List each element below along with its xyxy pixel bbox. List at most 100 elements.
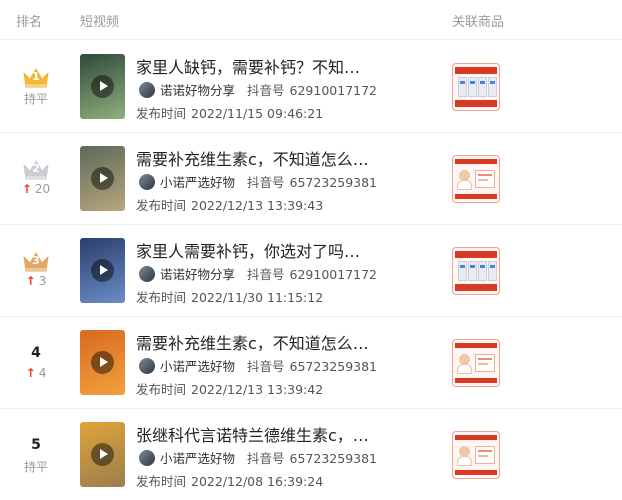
rank-change-value: 20 [34,182,51,196]
spokesperson-image [457,456,472,466]
douyin-id-label: 抖音号 [247,175,285,190]
author-info: 诺诺好物分享 抖音号 62910017172 [139,80,377,98]
video-column-header: 短视频 [80,15,120,30]
avatar[interactable] [139,82,155,98]
publish-time: 发布时间 2022/12/08 16:39:24 [136,471,323,490]
product-banner [455,159,497,164]
author-name[interactable]: 小诺严选好物 [160,359,235,374]
table-row[interactable]: 1 持平 家里人缺钙，需要补钙？不知… 诺诺好物分享 抖音号 62910017172 发布时… [0,41,622,133]
douyin-id-value: 65723259381 [289,359,378,374]
douyin-id: 抖音号 65723259381 [247,451,377,466]
rank-change: 持平 [12,458,60,475]
table-header: 排名 短视频 关联商品 [0,0,622,40]
douyin-id-value: 62910017172 [289,83,378,98]
table-row[interactable]: 3 ↑ 3 家里人需要补钙，你选对了吗… 诺诺好物分享 抖音号 62910017172 发布时… [0,225,622,317]
product-banner [455,343,497,348]
rank-up-arrow-icon: ↑ [25,274,36,288]
author-name[interactable]: 小诺严选好物 [160,451,235,466]
video-title[interactable]: 张继科代言诺特兰德维生素c，… [136,422,376,446]
vitamin-c-product-thumbnail[interactable] [452,431,500,479]
author-name[interactable]: 小诺严选好物 [160,175,235,190]
rank-change-value: 3 [38,274,47,288]
publish-time-value: 2022/12/13 13:39:42 [191,382,324,397]
video-title[interactable]: 需要补充维生素c，不知道怎么… [136,330,376,354]
avatar[interactable] [139,174,155,190]
avatar[interactable] [139,266,155,282]
table-row[interactable]: 5 持平 张继科代言诺特兰德维生素c，… 小诺严选好物 抖音号 65723259381 发布… [0,409,622,500]
publish-time: 发布时间 2022/12/13 13:39:42 [136,379,323,398]
publish-time-value: 2022/11/30 11:15:12 [191,290,324,305]
product-banner [455,284,497,291]
rank-column-header: 排名 [16,15,43,30]
publish-time-value: 2022/12/13 13:39:43 [191,198,324,213]
product-box [475,446,495,464]
play-icon[interactable] [91,443,114,466]
spokesperson-image [457,180,472,190]
product-banner [455,251,497,258]
publish-time: 发布时间 2022/11/15 09:46:21 [136,103,323,122]
product-box [488,77,497,97]
play-icon[interactable] [91,351,114,374]
rank-number: 4 [31,345,41,361]
product-box [475,354,495,372]
product-banner [455,435,497,440]
play-icon[interactable] [91,75,114,98]
video-thumbnail[interactable] [80,238,125,303]
author-name[interactable]: 诺诺好物分享 [160,83,235,98]
product-banner [455,378,497,383]
product-banner [455,470,497,475]
rank-number: 3 [32,254,40,267]
rank-up-arrow-icon: ↑ [21,182,32,196]
author-name[interactable]: 诺诺好物分享 [160,267,235,282]
product-box [478,77,487,97]
product-box [475,170,495,188]
rank-change-value: 持平 [23,460,48,474]
rank-up-arrow-icon: ↑ [25,366,36,380]
product-column-header: 关联商品 [452,15,505,30]
publish-time-label: 发布时间 [136,474,187,489]
douyin-id: 抖音号 65723259381 [247,359,377,374]
vitamin-c-product-thumbnail[interactable] [452,339,500,387]
avatar[interactable] [139,358,155,374]
product-box [478,261,487,281]
author-info: 小诺严选好物 抖音号 65723259381 [139,172,377,190]
calcium-product-thumbnail[interactable] [452,247,500,295]
video-thumbnail[interactable] [80,146,125,211]
publish-time-label: 发布时间 [136,198,187,213]
calcium-product-thumbnail[interactable] [452,63,500,111]
publish-time-value: 2022/12/08 16:39:24 [191,474,324,489]
rank-change-value: 持平 [23,92,48,106]
publish-time-label: 发布时间 [136,106,187,121]
video-title[interactable]: 家里人缺钙，需要补钙？不知… [136,54,376,78]
author-info: 小诺严选好物 抖音号 65723259381 [139,448,377,466]
author-info: 小诺严选好物 抖音号 65723259381 [139,356,377,374]
product-banner [455,100,497,107]
video-thumbnail[interactable] [80,330,125,395]
product-banner [455,194,497,199]
rank-cell: 1 持平 [12,61,60,113]
publish-time: 发布时间 2022/12/13 13:39:43 [136,195,323,214]
publish-time-value: 2022/11/15 09:46:21 [191,106,324,121]
douyin-id-value: 65723259381 [289,175,378,190]
spokesperson-image [457,364,472,374]
rank-cell: 3 ↑ 3 [12,245,60,297]
play-icon[interactable] [91,167,114,190]
table-row[interactable]: 2 ↑ 20 需要补充维生素c，不知道怎么… 小诺严选好物 抖音号 65723259381 发… [0,133,622,225]
douyin-id: 抖音号 62910017172 [247,83,377,98]
avatar[interactable] [139,450,155,466]
rank-cell: 2 ↑ 20 [12,153,60,205]
play-icon[interactable] [91,259,114,282]
douyin-id-label: 抖音号 [247,83,285,98]
rank-change-value: 4 [38,366,47,380]
table-row[interactable]: 4 ↑ 4 需要补充维生素c，不知道怎么… 小诺严选好物 抖音号 65723259381 发布… [0,317,622,409]
rank-number: 2 [32,162,40,175]
vitamin-c-product-thumbnail[interactable] [452,155,500,203]
douyin-id-value: 65723259381 [289,451,378,466]
product-box [468,77,477,97]
video-thumbnail[interactable] [80,54,125,119]
video-title[interactable]: 家里人需要补钙，你选对了吗… [136,238,376,262]
video-thumbnail[interactable] [80,422,125,487]
rank-change: ↑ 20 [12,182,60,196]
video-title[interactable]: 需要补充维生素c，不知道怎么… [136,146,376,170]
rank-cell: 4 ↑ 4 [12,337,60,389]
